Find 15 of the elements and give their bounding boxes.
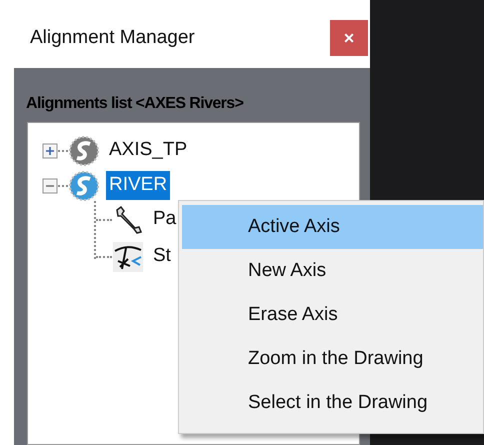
menu-item[interactable]: Erase Axis xyxy=(182,293,483,337)
tree-item[interactable]: Pa xyxy=(150,205,180,234)
list-label: Alignments list <AXES Rivers> xyxy=(25,94,244,114)
close-button[interactable]: × xyxy=(330,20,368,56)
menu-item[interactable]: Active Axis xyxy=(182,205,483,249)
menu-item[interactable]: Select in the Drawing xyxy=(182,381,483,425)
tree-item[interactable]: St xyxy=(150,242,174,271)
station-icon xyxy=(112,240,144,272)
menu-item[interactable]: Zoom in the Drawing xyxy=(182,337,483,381)
tree-item[interactable]: RIVER xyxy=(106,171,170,200)
menu-item[interactable]: New Axis xyxy=(182,249,483,293)
window-title: Alignment Manager xyxy=(30,26,195,50)
expand-icon[interactable] xyxy=(42,142,58,158)
tree-item[interactable]: AXIS_TP xyxy=(106,136,190,165)
collapse-icon[interactable] xyxy=(42,178,58,194)
